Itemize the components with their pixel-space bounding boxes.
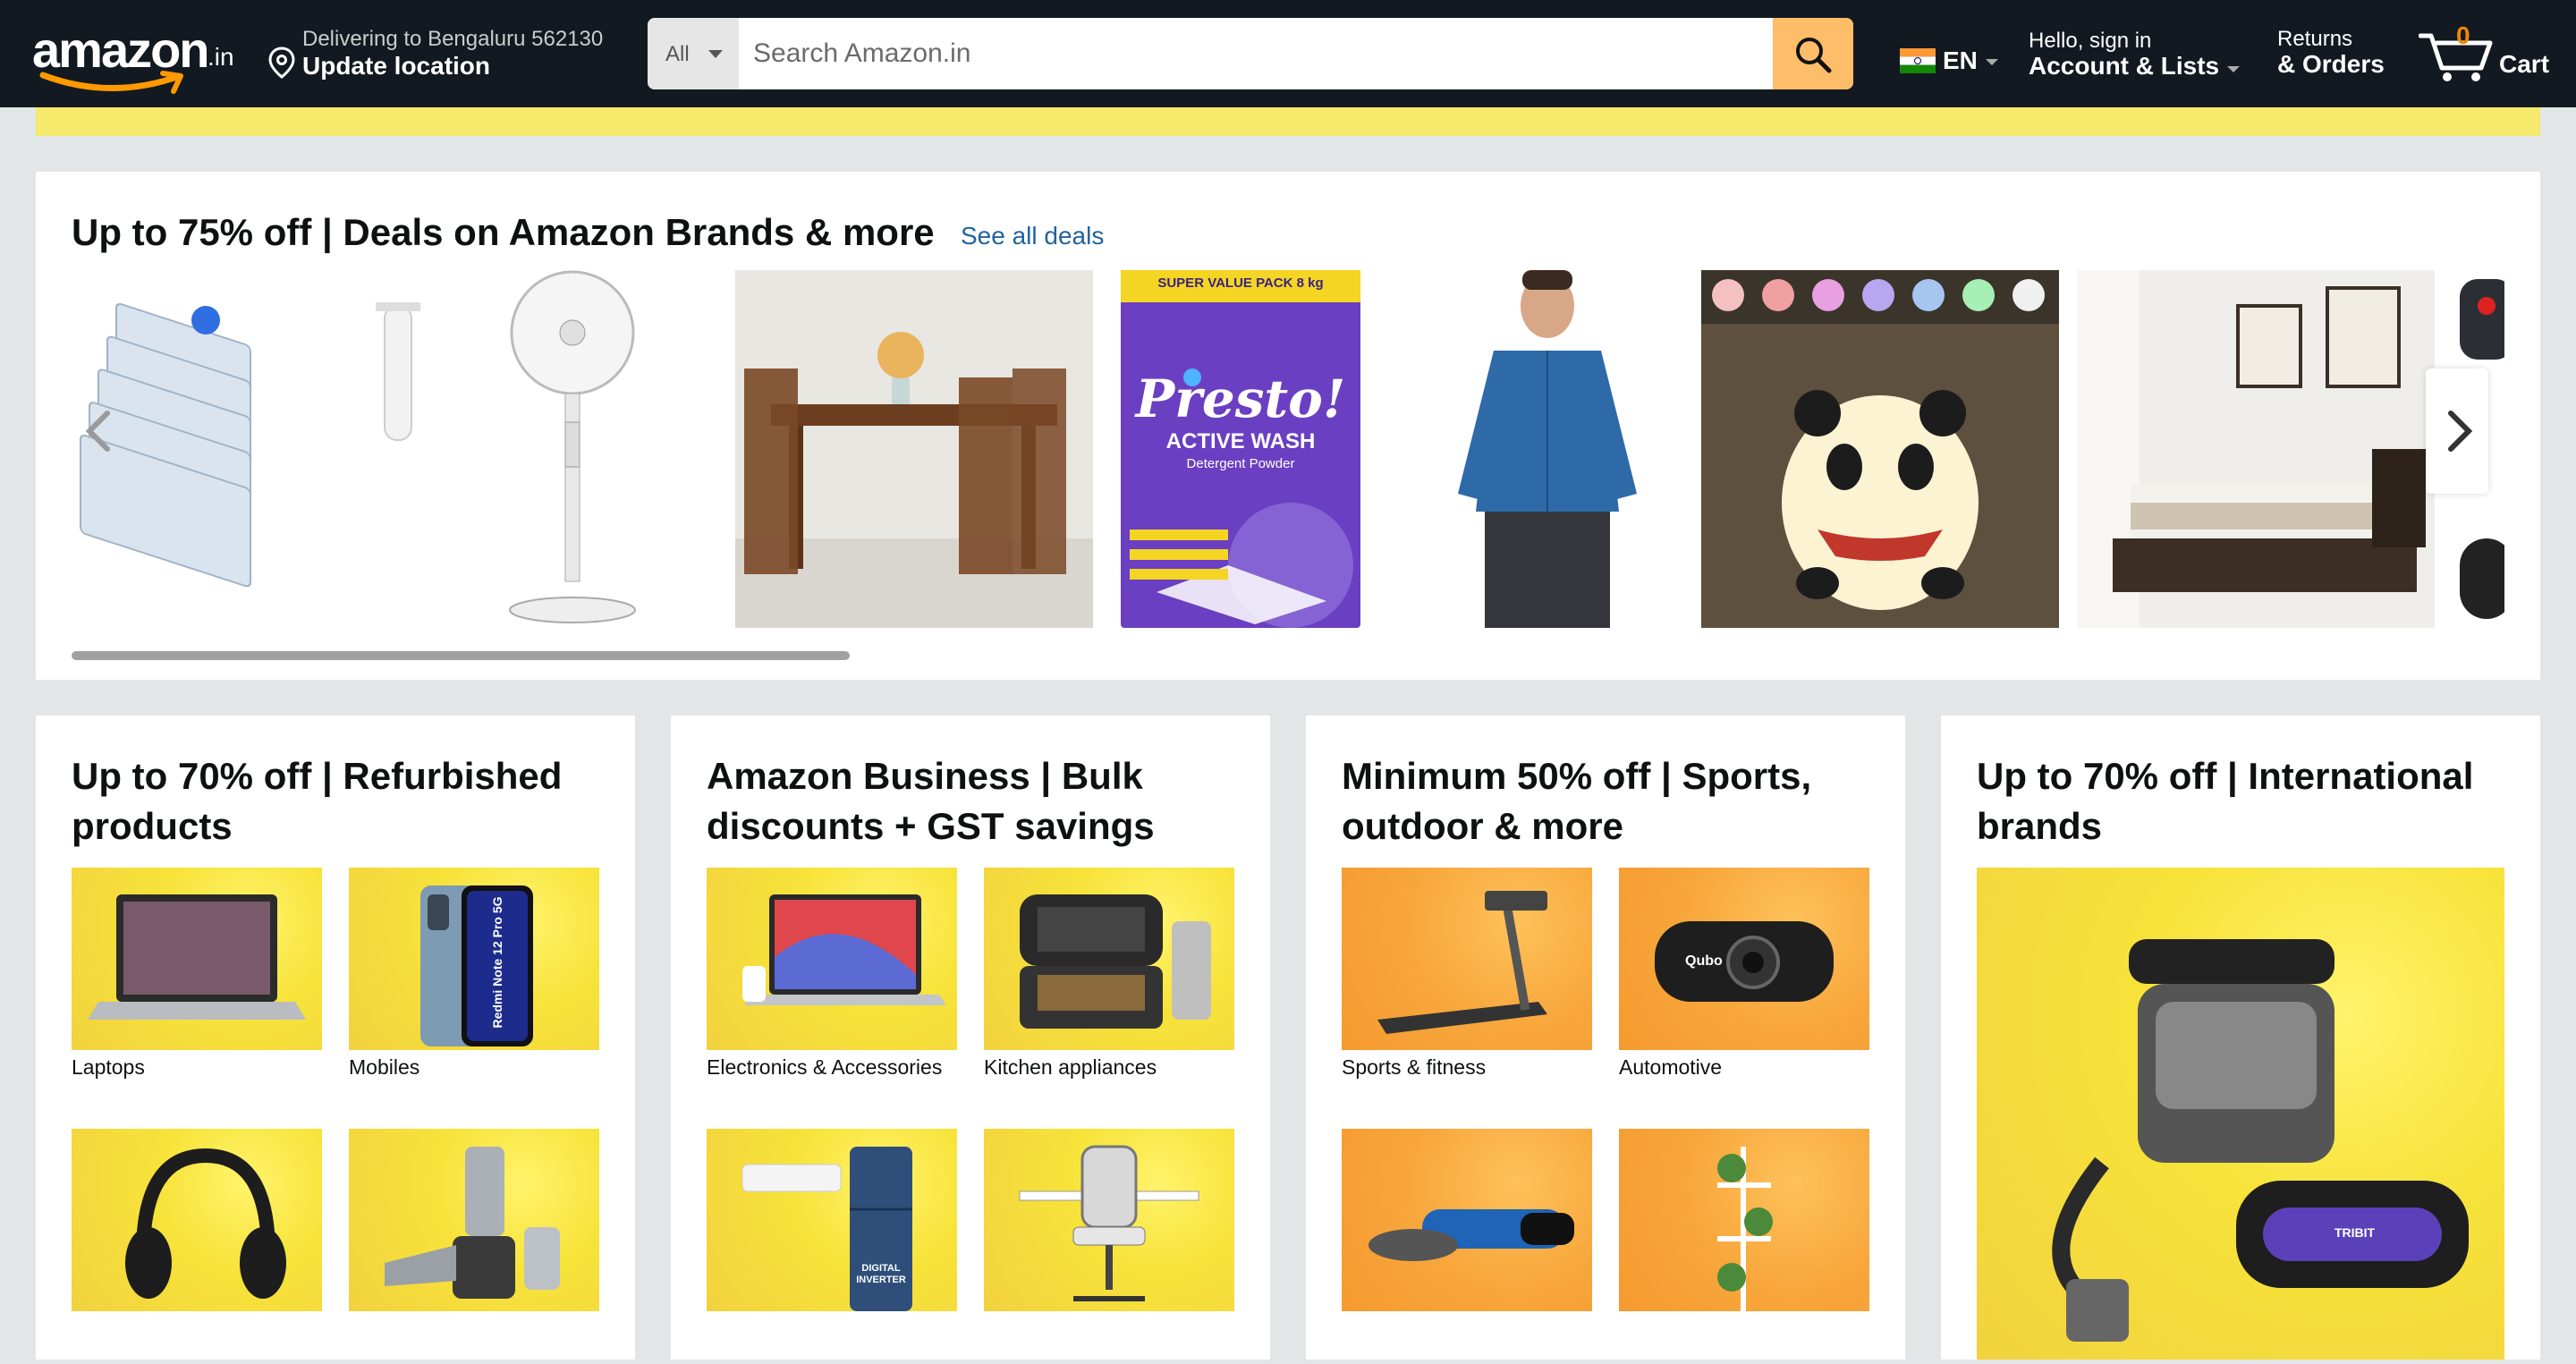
smile-arrow-icon	[39, 71, 183, 94]
logo-wordmark: amazon	[32, 21, 209, 78]
product-pedestal-fan[interactable]	[465, 270, 671, 628]
update-location-label: Update location	[302, 52, 491, 80]
detergent-badge-text: SUPER VALUE PACK 8 kg	[1157, 275, 1324, 291]
card-title: Amazon Business | Bulk discounts + GST s…	[707, 755, 1155, 847]
hero-banner-strip[interactable]	[36, 107, 2540, 136]
chevron-down-icon	[2227, 66, 2240, 72]
deals-title: Up to 75% off | Deals on Amazon Brands &…	[72, 211, 935, 253]
tile-mixer[interactable]	[349, 1129, 599, 1311]
card-international-brands: Up to 70% off | International brands TRI…	[1941, 716, 2540, 1360]
mixer-grinder-icon	[385, 1147, 560, 1299]
cam-brand-text: Qubo	[1685, 953, 1723, 969]
chevron-down-icon	[1986, 59, 1998, 65]
mobile-phone-icon	[420, 885, 533, 1046]
air-conditioner-refrigerator-icon	[741, 1147, 912, 1311]
product-panda-lamp[interactable]	[1701, 270, 2059, 628]
card-title: Minimum 50% off | Sports, outdoor & more	[1342, 755, 1812, 847]
orders-label: & Orders	[2277, 50, 2385, 78]
tile-automotive[interactable]: Qubo Automotive	[1619, 868, 1869, 1080]
macbook-icon	[742, 894, 946, 1005]
carousel-scrollbar-thumb[interactable]	[72, 651, 850, 660]
tile-appliances[interactable]: DIGITAL INVERTER	[707, 1129, 957, 1311]
tile-label: Automotive	[1619, 1055, 1723, 1079]
tile-label: Electronics & Accessories	[707, 1055, 943, 1079]
chevron-right-icon	[2448, 411, 2473, 452]
sandwich-maker-icon	[1020, 894, 1211, 1029]
search-category-dropdown[interactable]: All	[648, 18, 740, 89]
product-detergent[interactable]: SUPER VALUE PACK 8 kg Presto! ACTIVE WAS…	[1121, 270, 1360, 628]
dining-table-set-icon	[735, 270, 1093, 628]
tile-mobiles[interactable]: Redmi Note 12 Pro 5G Mobiles	[349, 868, 599, 1080]
laptop-icon	[88, 894, 306, 1020]
card-amazon-business: Amazon Business | Bulk discounts + GST s…	[671, 716, 1270, 1360]
angle-grinder-icon	[1368, 1209, 1574, 1261]
tile-label: Kitchen appliances	[984, 1055, 1157, 1079]
search-button[interactable]	[1773, 18, 1853, 89]
card-sports-outdoor: Minimum 50% off | Sports, outdoor & more…	[1306, 716, 1905, 1360]
cart-label: Cart	[2499, 50, 2550, 78]
bedroom-bed-icon	[2077, 270, 2435, 628]
search-bar: All	[648, 18, 1853, 89]
product-bed[interactable]	[2077, 270, 2435, 628]
deals-carousel-section: Up to 75% off | Deals on Amazon Brands &…	[36, 172, 2540, 680]
logo-suffix: .in	[208, 43, 234, 71]
search-icon	[1796, 38, 1832, 73]
tile-laptops[interactable]: Laptops	[72, 868, 322, 1080]
returns-label: Returns	[2277, 27, 2353, 51]
feature-image[interactable]: TRIBIT	[1977, 868, 2504, 1360]
chevron-left-icon	[85, 411, 110, 452]
tile-sports-fitness[interactable]: Sports & fitness	[1342, 868, 1592, 1080]
office-chair-icon	[1019, 1145, 1199, 1301]
deliver-line1: Delivering to Bengaluru 562130	[302, 27, 604, 51]
cart-button[interactable]: 0 Cart	[2419, 21, 2553, 84]
vacuum-storage-bags-icon	[80, 302, 420, 588]
carousel-next-button[interactable]	[2426, 369, 2488, 494]
india-flag-icon	[1900, 48, 1936, 73]
carousel-prev-button[interactable]	[72, 386, 125, 476]
dash-camera-icon	[1655, 921, 1834, 1002]
card-title: Up to 70% off | Refurbished products	[72, 755, 563, 847]
plant-stand-icon	[1717, 1147, 1773, 1311]
product-dining-table[interactable]	[735, 270, 1093, 628]
top-nav: amazon .in Delivering to Bengaluru 56213…	[0, 0, 2576, 107]
see-all-deals-link[interactable]: See all deals	[961, 222, 1104, 250]
detergent-line1-text: ACTIVE WASH	[1165, 429, 1316, 453]
tile-garden[interactable]	[1619, 1129, 1869, 1311]
sign-in-greeting: Hello, sign in	[2029, 29, 2152, 53]
tile-label: Laptops	[72, 1055, 145, 1079]
location-pin-icon	[268, 47, 295, 79]
tile-headphones[interactable]	[72, 1129, 322, 1311]
detergent-brand-text: Presto!	[1135, 369, 1346, 429]
deals-carousel: SUPER VALUE PACK 8 kg Presto! ACTIVE WAS…	[72, 270, 2504, 628]
language-code: EN	[1943, 47, 1978, 74]
speaker-brand-text: TRIBIT	[2334, 1225, 2376, 1240]
tile-label: Sports & fitness	[1342, 1055, 1487, 1079]
amazon-logo[interactable]: amazon .in	[32, 21, 238, 94]
phone-text: Redmi Note 12 Pro 5G	[490, 896, 504, 1029]
tile-label: Mobiles	[349, 1055, 420, 1079]
search-input[interactable]	[739, 18, 1758, 89]
tile-office-chair[interactable]	[984, 1129, 1234, 1311]
treadmill-icon	[1377, 891, 1547, 1034]
denim-shirt-icon	[1458, 270, 1637, 628]
carousel-scrollbar[interactable]	[72, 651, 2504, 660]
tile-electronics[interactable]: Electronics & Accessories	[707, 868, 957, 1080]
card-refurbished: Up to 70% off | Refurbished products Lap…	[36, 716, 635, 1360]
product-vacuum-storage-bags[interactable]	[72, 270, 429, 628]
fridge-text: DIGITAL INVERTER	[856, 1263, 906, 1285]
detergent-line2-text: Detergent Powder	[1186, 456, 1295, 471]
product-denim-shirt[interactable]	[1422, 270, 1682, 628]
headphones-icon	[125, 1148, 286, 1299]
cart-count: 0	[2456, 21, 2470, 49]
chevron-down-icon	[708, 50, 723, 58]
tile-kitchen-appliances[interactable]: Kitchen appliances	[984, 868, 1234, 1080]
wet-dry-vacuum-icon	[2052, 939, 2469, 1342]
pedestal-fan-icon	[509, 270, 636, 623]
tile-power-tools[interactable]	[1342, 1129, 1592, 1311]
search-category-label: All	[665, 42, 690, 66]
card-title: Up to 70% off | International brands	[1977, 755, 2474, 847]
account-lists-label: Account & Lists	[2029, 52, 2220, 80]
panda-night-lamp-icon	[1701, 270, 2059, 628]
